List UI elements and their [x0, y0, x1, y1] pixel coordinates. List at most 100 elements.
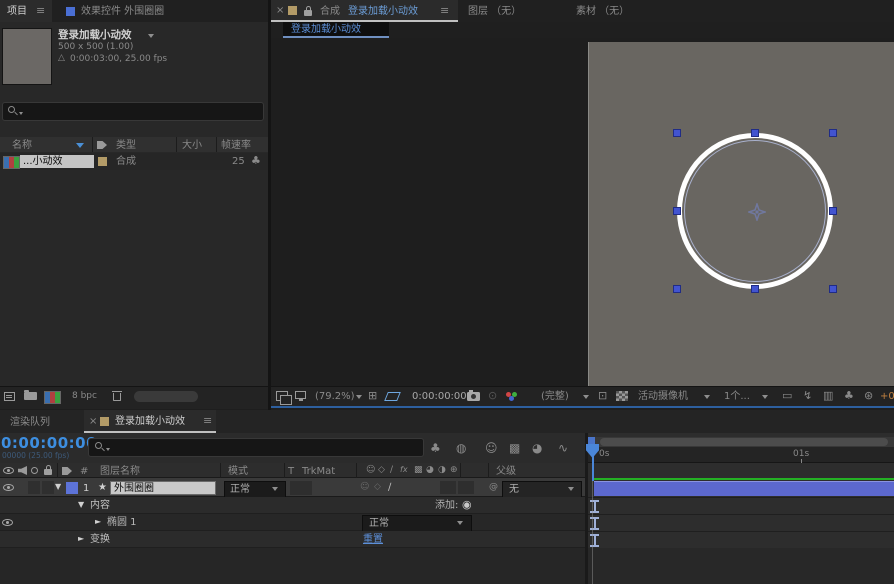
- selection-handle[interactable]: [829, 129, 837, 137]
- timeline-panel-menu-icon[interactable]: ≡: [203, 415, 212, 427]
- layer-collapse-icon[interactable]: ◇: [374, 483, 381, 493]
- new-comp-icon[interactable]: [44, 391, 61, 404]
- transform-reset-link[interactable]: 重置: [363, 534, 383, 545]
- col-name[interactable]: 名称: [12, 140, 32, 151]
- motion-blur-icon[interactable]: ◕: [532, 442, 542, 455]
- layer-name[interactable]: 外围圈圈: [114, 483, 154, 494]
- row-label-chip[interactable]: [98, 157, 107, 166]
- layer-eye-icon[interactable]: [3, 484, 14, 491]
- frame-blending-icon[interactable]: ▩: [509, 442, 520, 455]
- timeline-flowchart-icon[interactable]: ♣: [430, 442, 441, 455]
- layer-switch-cell[interactable]: [458, 481, 474, 494]
- tab-timeline-comp-label[interactable]: 登录加载小动效: [115, 416, 185, 427]
- ellipse-twirl-icon[interactable]: ►: [95, 518, 101, 527]
- add-button-icon[interactable]: ◉: [462, 499, 472, 511]
- selection-handle[interactable]: [829, 285, 837, 293]
- trkmat-cell[interactable]: [290, 481, 312, 495]
- contents-row[interactable]: [0, 497, 585, 514]
- selection-handle[interactable]: [673, 129, 681, 137]
- layer-shy-icon[interactable]: ☺: [360, 483, 369, 493]
- timeline-search-input[interactable]: [88, 438, 424, 457]
- tab-effect-controls[interactable]: 效果控件 外围圈圈: [81, 6, 164, 17]
- timeline-timecode[interactable]: 0:00:00:00: [1, 435, 97, 452]
- viewer-timecode[interactable]: 0:00:00:00: [412, 391, 467, 402]
- tab-project-label[interactable]: 项目: [7, 6, 27, 17]
- camera-dropdown[interactable]: 活动摄像机: [638, 391, 688, 402]
- parent-caret-icon[interactable]: [568, 487, 574, 491]
- selection-handle[interactable]: [751, 129, 759, 137]
- layer-quality-icon[interactable]: ∕: [388, 482, 391, 493]
- col-size[interactable]: 大小: [182, 140, 202, 151]
- layer-switch-cell[interactable]: [42, 481, 54, 494]
- transform-row[interactable]: [0, 531, 585, 548]
- interpret-footage-icon[interactable]: [4, 392, 15, 401]
- layer-mode-value[interactable]: 正常: [230, 484, 250, 495]
- search-options-caret-icon[interactable]: [19, 112, 23, 115]
- selection-handle[interactable]: [751, 285, 759, 293]
- layer-mode-caret-icon[interactable]: [272, 487, 278, 491]
- col-mode[interactable]: 模式: [228, 466, 248, 477]
- project-comp-name[interactable]: 登录加载小动效: [58, 30, 132, 42]
- tab-close-icon[interactable]: ×: [276, 5, 284, 16]
- contents-twirl-icon[interactable]: ▼: [78, 501, 84, 510]
- ellipse-mode-caret-icon[interactable]: [457, 521, 463, 525]
- hide-shy-layers-icon[interactable]: ☺: [485, 442, 498, 455]
- layer-twirl-icon[interactable]: ▼: [55, 483, 61, 492]
- transform-twirl-icon[interactable]: ►: [78, 535, 84, 544]
- region-of-interest-icon[interactable]: ⊡: [598, 390, 607, 402]
- transform-label[interactable]: 变换: [90, 534, 110, 545]
- timeline-button-icon[interactable]: ▥: [823, 390, 833, 402]
- project-panel-menu-icon[interactable]: ≡: [36, 5, 45, 17]
- main-monitor-icon[interactable]: [295, 391, 306, 399]
- sort-caret-icon[interactable]: [76, 143, 84, 148]
- new-folder-icon[interactable]: [24, 392, 37, 400]
- fast-preview-icon[interactable]: ↯: [803, 390, 812, 402]
- col-framerate[interactable]: 帧速率: [221, 140, 251, 151]
- layer-label-chip[interactable]: [66, 482, 78, 494]
- workarea-bar[interactable]: [600, 438, 888, 446]
- show-snapshot-icon[interactable]: ⊙: [488, 390, 497, 402]
- comp-name-caret-icon[interactable]: [148, 34, 154, 38]
- playhead-line[interactable]: [592, 456, 594, 481]
- ellipse-eye-icon[interactable]: [2, 519, 13, 526]
- viewer-panel-menu-icon[interactable]: ≡: [440, 5, 449, 17]
- pixel-aspect-icon[interactable]: ▭: [782, 390, 792, 402]
- safe-margins-icon[interactable]: ⊞: [368, 390, 377, 402]
- contents-label[interactable]: 内容: [90, 500, 110, 511]
- selection-handle[interactable]: [829, 207, 837, 215]
- tab-layer[interactable]: 图层 （无）: [468, 6, 521, 17]
- viewer-subtab-label[interactable]: 登录加载小动效: [291, 24, 361, 35]
- zoom-level[interactable]: (79.2%): [315, 391, 355, 402]
- ellipse-label[interactable]: 椭圆 1: [107, 517, 137, 528]
- col-parent[interactable]: 父级: [496, 466, 516, 477]
- anchor-point-icon[interactable]: [748, 203, 766, 221]
- resolution-dropdown[interactable]: (完整): [541, 391, 569, 402]
- timeline-search-caret-icon[interactable]: [106, 448, 110, 451]
- layer-switch-cell[interactable]: [28, 481, 40, 494]
- layer-duration-bar[interactable]: [594, 481, 894, 496]
- row-name[interactable]: ...小动效: [23, 156, 63, 167]
- project-search-input[interactable]: [2, 102, 264, 121]
- zoom-caret-icon[interactable]: [356, 395, 362, 399]
- camera-caret-icon[interactable]: [704, 395, 710, 399]
- col-type[interactable]: 类型: [116, 140, 136, 151]
- col-layer-name[interactable]: 图层名称: [100, 466, 140, 477]
- ellipse-row[interactable]: [0, 514, 585, 531]
- layer-switch-cell[interactable]: [440, 481, 456, 494]
- comp-flowchart-icon[interactable]: ♣: [844, 390, 854, 402]
- parent-value[interactable]: 无: [509, 484, 519, 495]
- col-trkmat[interactable]: TrkMat: [302, 466, 335, 477]
- time-ruler[interactable]: [588, 447, 894, 463]
- always-preview-icon[interactable]: [276, 391, 288, 401]
- row-flowchart-icon[interactable]: ♣: [251, 155, 261, 167]
- timeline-tab-close-icon[interactable]: ×: [89, 416, 97, 427]
- tab-comp-name[interactable]: 登录加载小动效: [348, 6, 418, 17]
- trash-icon[interactable]: [113, 393, 121, 401]
- footer-scrollbar[interactable]: [134, 391, 198, 402]
- selection-handle[interactable]: [673, 207, 681, 215]
- ellipse-mode-value[interactable]: 正常: [369, 518, 389, 529]
- selection-handle[interactable]: [673, 285, 681, 293]
- reset-exposure-icon[interactable]: ⊛: [864, 390, 873, 402]
- channel-colors-icon[interactable]: [505, 392, 521, 402]
- parent-pick-whip-icon[interactable]: @: [489, 483, 498, 493]
